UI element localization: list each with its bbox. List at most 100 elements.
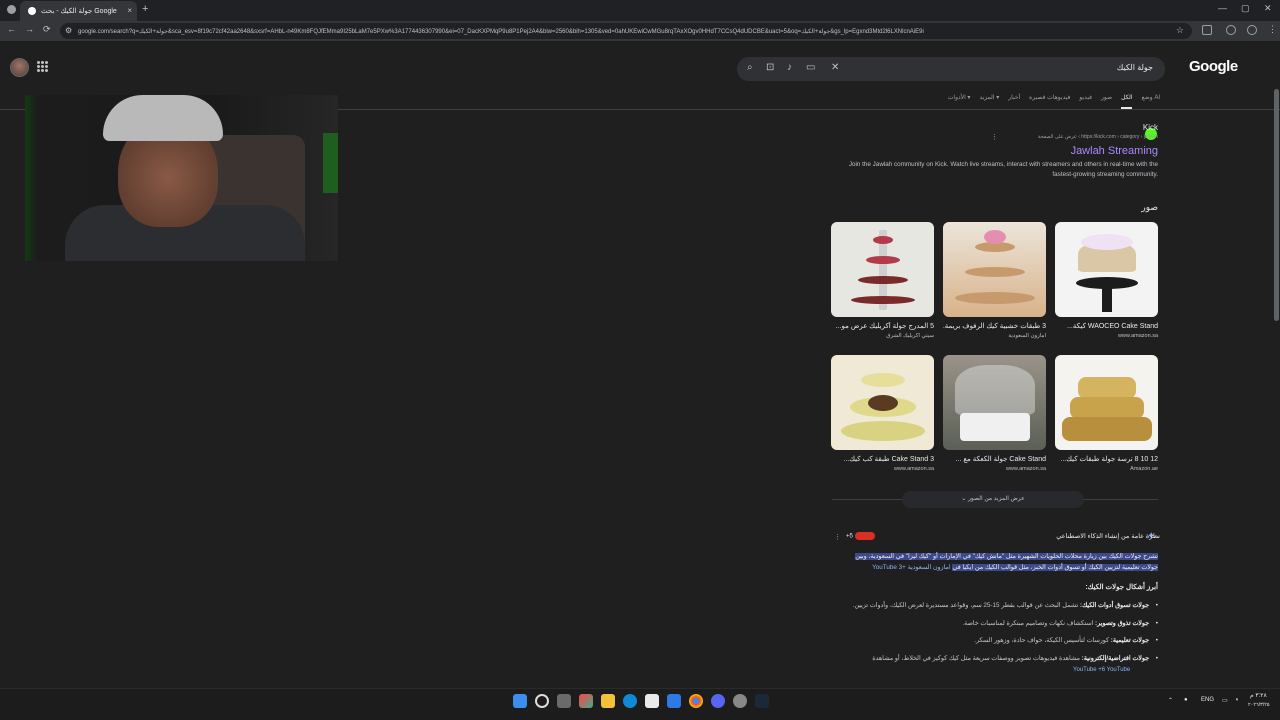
mic-tray-icon[interactable]: ● — [1184, 697, 1188, 703]
widgets-icon[interactable] — [579, 694, 593, 708]
lens-icon[interactable]: ⊡ — [766, 62, 774, 73]
browser-toolbar: ← → ⟳ ⚙ google.com/search?q=جولة+الكيك&s… — [0, 21, 1280, 41]
image-result-5[interactable]: Cake Stand جولة الكعكة مع ... www.amazon… — [943, 355, 1046, 472]
file-explorer-icon[interactable] — [601, 694, 615, 708]
search-box[interactable]: ⌕ ⊡ ♪ ▭ ✕ جولة الكيك — [737, 57, 1165, 81]
ai-more-icon[interactable]: ⋮ — [834, 533, 841, 541]
search-icon[interactable]: ⌕ — [747, 62, 753, 73]
image-result-4[interactable]: 12 10 8 ترسة جولة طبقات كيك... Amazon.ae — [1055, 355, 1158, 472]
browser-tab-strip: جولة الكيك - بحث Google × + — ▢ ✕ — [0, 0, 1280, 21]
google-apps-icon[interactable] — [37, 61, 48, 72]
address-bar[interactable]: ⚙ google.com/search?q=جولة+الكيك&sca_esv… — [60, 23, 1192, 39]
clear-icon[interactable]: ✕ — [831, 62, 839, 73]
close-window-button[interactable]: ✕ — [1264, 3, 1272, 14]
windows-taskbar: ⌃ ● ENG ▭ ◖ ٣:٢٨ م ٢٠٢٦/٣/٢٥ — [0, 688, 1280, 720]
ai-list-item: جولات تعليمية: كورسات لتأسيس الكيكة، حوا… — [838, 637, 1158, 644]
result-site-name[interactable]: Kick — [828, 123, 1158, 132]
ai-paragraph-sources[interactable]: امازون السعودية +YouTube 3 — [872, 564, 950, 571]
downloads-icon[interactable] — [1226, 25, 1236, 35]
tab-title: جولة الكيك - بحث Google — [41, 8, 117, 15]
image-result-3[interactable]: 5 المدرج جولة أكريليك عرض مو... سيتي اكر… — [831, 222, 934, 339]
image-thumb[interactable] — [943, 222, 1046, 317]
tab-tools[interactable]: الأدوات ▾ — [948, 94, 971, 109]
image-caption: 3 طبقات خشبية كيك الرفوف بريمة... — [943, 323, 1046, 330]
image-caption: WAOCEO Cake Stand كيكة... — [1067, 323, 1158, 330]
store-icon[interactable] — [645, 694, 659, 708]
extensions-icon[interactable] — [1202, 25, 1212, 35]
tab-more[interactable]: المزيد ▾ — [979, 94, 999, 109]
steam-icon[interactable] — [755, 694, 769, 708]
image-thumb[interactable] — [943, 355, 1046, 450]
clock-date[interactable]: ٢٠٢٦/٣/٢٥ — [1248, 702, 1270, 708]
address-url: google.com/search?q=جولة+الكيك&sca_esv=8… — [78, 28, 924, 35]
discord-icon[interactable] — [711, 694, 725, 708]
chrome-icon[interactable] — [689, 694, 703, 708]
page-scrollbar[interactable] — [1274, 89, 1279, 321]
new-tab-button[interactable]: + — [142, 3, 148, 15]
language-indicator[interactable]: ENG — [1201, 697, 1214, 703]
search-input[interactable]: جولة الكيك — [1117, 63, 1153, 72]
tab-videos[interactable]: فيديو — [1079, 94, 1092, 109]
tab-search-icon[interactable] — [7, 5, 16, 14]
tab-all[interactable]: الكل — [1121, 94, 1133, 109]
tray-arrow-icon[interactable]: ⌃ — [1168, 697, 1173, 704]
image-thumb[interactable] — [831, 222, 934, 317]
image-thumb[interactable] — [831, 355, 934, 450]
search-results-page: ⌕ ⊡ ♪ ▭ ✕ جولة الكيك Google وضع AI الكل … — [0, 41, 1280, 688]
result-url[interactable]: https://kick.com › category › jawlah › ع… — [828, 134, 1158, 140]
tab-images[interactable]: صور — [1101, 94, 1112, 109]
youtube-source-link[interactable]: YouTube +6 YouTube — [1073, 667, 1130, 673]
ai-list-item: جولات تسوق أدوات الكيك: تشمل البحث عن قو… — [838, 602, 1158, 609]
forward-button[interactable]: → — [25, 24, 34, 34]
tab-news[interactable]: أخبار — [1008, 94, 1020, 109]
obs-icon[interactable] — [733, 694, 747, 708]
menu-icon[interactable]: ⋮ — [1268, 24, 1277, 35]
ai-overview-heading: نظرة عامة من إنشاء الذكاء الاصطناعي — [1056, 533, 1160, 540]
image-thumb[interactable] — [1055, 355, 1158, 450]
search-taskbar-icon[interactable] — [535, 694, 549, 708]
reload-button[interactable]: ⟳ — [43, 24, 51, 35]
image-source: Amazon.ae — [1130, 466, 1158, 472]
start-icon[interactable] — [513, 694, 527, 708]
tab-ai-mode[interactable]: وضع AI — [1141, 94, 1160, 109]
mic-icon[interactable]: ♪ — [787, 62, 792, 73]
image-source: امازون السعودية — [1008, 333, 1046, 339]
network-icon[interactable]: ▭ — [1222, 697, 1228, 704]
keyboard-icon[interactable]: ▭ — [806, 62, 815, 73]
account-avatar[interactable] — [10, 58, 29, 77]
copilot-icon[interactable] — [557, 694, 571, 708]
profile-icon[interactable] — [1247, 25, 1257, 35]
ai-subheading: أبرز أشكال جولات الكيك: — [1085, 584, 1158, 591]
edge-icon[interactable] — [623, 694, 637, 708]
back-button[interactable]: ← — [7, 24, 16, 34]
images-section-heading: صور — [1141, 202, 1158, 212]
bookmark-star-icon[interactable]: ☆ — [1176, 25, 1184, 36]
clock-time[interactable]: ٣:٢٨ م — [1250, 692, 1267, 699]
ai-source-badges[interactable]: +5 — [846, 532, 875, 540]
image-result-2[interactable]: 3 طبقات خشبية كيك الرفوف بريمة... امازون… — [943, 222, 1046, 339]
image-result-1[interactable]: WAOCEO Cake Stand كيكة... www.amazon.sa — [1055, 222, 1158, 339]
result-title-link[interactable]: Jawlah Streaming — [828, 145, 1158, 157]
image-result-6[interactable]: Cake Stand 3 طبقة كب كيك... www.amazon.s… — [831, 355, 934, 472]
image-caption: 12 10 8 ترسة جولة طبقات كيك... — [1060, 456, 1158, 463]
minimize-button[interactable]: — — [1218, 3, 1227, 13]
result-snippet: Join the Jawlah community on Kick. Watch… — [848, 161, 1158, 178]
image-caption: 5 المدرج جولة أكريليك عرض مو... — [835, 323, 934, 330]
mail-icon[interactable] — [667, 694, 681, 708]
ai-overview-paragraph: تشرح جولات الكيك بين زيارة محلات الحلويا… — [843, 551, 1158, 573]
ai-list-item: جولات افتراضية/إلكترونية: مشاهدة فيديوها… — [838, 655, 1158, 662]
ai-list: جولات تسوق أدوات الكيك: تشمل البحث عن قو… — [838, 602, 1158, 672]
image-caption: Cake Stand جولة الكعكة مع ... — [955, 456, 1046, 463]
tab-close-icon[interactable]: × — [127, 6, 132, 15]
maximize-button[interactable]: ▢ — [1241, 3, 1250, 14]
image-thumb[interactable] — [1055, 222, 1158, 317]
site-info-icon[interactable]: ⚙ — [65, 26, 72, 35]
volume-icon[interactable]: ◖ — [1235, 697, 1239, 703]
browser-tab-active[interactable]: جولة الكيك - بحث Google × — [20, 1, 137, 21]
google-favicon-icon — [28, 7, 36, 15]
image-source: سيتي اكريليك الشرق — [886, 333, 934, 339]
more-images-button[interactable]: عرض المزيد من الصور ⌄ — [902, 491, 1084, 508]
google-logo[interactable]: Google — [1189, 58, 1238, 75]
webcam-overlay — [25, 95, 338, 261]
tab-short-videos[interactable]: فيديوهات قصيرة — [1029, 94, 1070, 109]
